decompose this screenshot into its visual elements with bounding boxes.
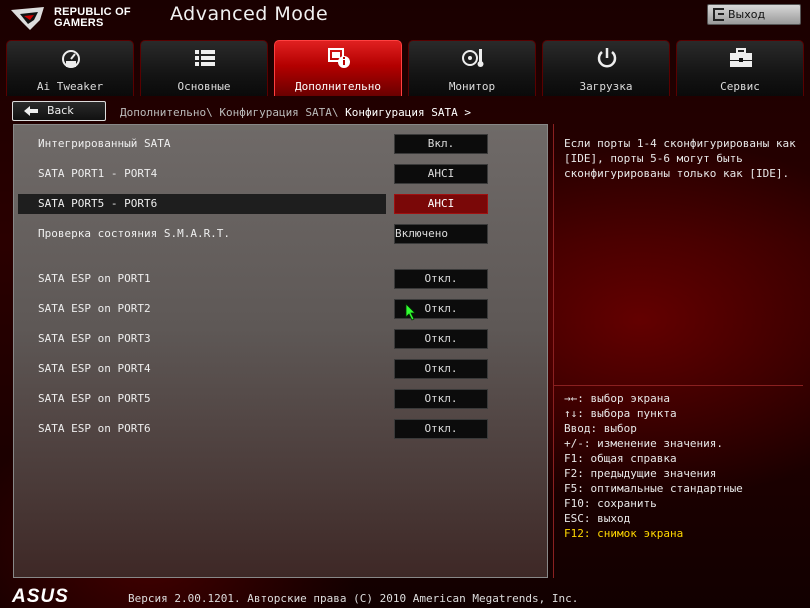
key-hint: F5: оптимальные стандартные [564,482,743,495]
toolbox-icon [730,48,752,67]
key-hint: Ввод: выбор [564,422,637,435]
setting-row-esp-port6[interactable]: SATA ESP on PORT6 [18,419,386,439]
setting-value-smart-check[interactable]: Включено [394,224,488,244]
tab-label: Сервис [720,80,760,93]
list-icon [195,50,215,66]
key-hint: ESC: выход [564,512,631,525]
setting-value-esp-port3[interactable]: Откл. [394,329,488,349]
help-text: Если порты 1-4 сконфигурированы как [IDE… [564,137,796,180]
asus-logo: ASUS [12,586,69,607]
key-hint: F1: общая справка [564,452,677,465]
setting-label: Интегрированный SATA [38,137,171,150]
settings-panel: Интегрированный SATA Вкл. SATA PORT1 - P… [13,124,548,578]
tab-ai-tweaker[interactable]: Ai Tweaker [6,40,134,96]
key-hint: +/-: изменение значения. [564,437,723,450]
setting-row-esp-port4[interactable]: SATA ESP on PORT4 [18,359,386,379]
footer: ASUS Версия 2.00.1201. Авторские права (… [0,586,810,608]
rog-logo: REPUBLIC OF GAMERS [10,4,160,34]
version-text: Версия 2.00.1201. Авторские права (C) 20… [128,592,579,605]
help-panel: Если порты 1-4 сконфигурированы как [IDE… [553,124,803,386]
exit-door-icon [713,8,724,21]
setting-row-esp-port1[interactable]: SATA ESP on PORT1 [18,269,386,289]
back-arrow-icon [24,106,38,116]
tab-monitor[interactable]: Монитор [408,40,536,96]
exit-label: Выход [728,8,766,21]
tab-label: Основные [177,80,231,93]
breadcrumb-path[interactable]: Дополнительно\ Конфигурация SATA\ [120,106,345,119]
setting-value-esp-port6[interactable]: Откл. [394,419,488,439]
key-hint: F10: сохранить [564,497,657,510]
tab-advanced[interactable]: Дополнительно [274,40,402,96]
setting-label: SATA ESP on PORT2 [38,302,151,315]
setting-row-sata-port1-4[interactable]: SATA PORT1 - PORT4 [18,164,386,184]
back-button[interactable]: Back [12,101,106,121]
key-legend: →←: выбор экрана ↑↓: выбора пункта Ввод:… [564,391,743,541]
back-label: Back [47,104,74,117]
setting-value-sata-port5-6[interactable]: AHCI [394,194,488,214]
tab-label: Загрузка [579,80,633,93]
tab-main[interactable]: Основные [140,40,268,96]
setting-row-integrated-sata[interactable]: Интегрированный SATA [18,134,386,154]
tab-boot[interactable]: Загрузка [542,40,670,96]
setting-label: SATA ESP on PORT1 [38,272,151,285]
setting-value-esp-port4[interactable]: Откл. [394,359,488,379]
speedometer-icon [62,50,80,68]
setting-value-esp-port5[interactable]: Откл. [394,389,488,409]
setting-label: SATA ESP on PORT3 [38,332,151,345]
mode-title: Advanced Mode [170,3,329,25]
key-hint: F2: предыдущие значения [564,467,717,480]
main-tabs: Ai Tweaker Основные Дополнительно Монито… [6,40,806,96]
brand-line-2: GAMERS [54,17,104,29]
mouse-cursor-icon [405,303,416,321]
exit-button[interactable]: Выход [707,4,801,25]
setting-value-esp-port1[interactable]: Откл. [394,269,488,289]
rog-eye-icon [11,7,44,30]
tab-label: Монитор [448,80,496,93]
setting-value-sata-port1-4[interactable]: AHCI [394,164,488,184]
setting-row-esp-port5[interactable]: SATA ESP on PORT5 [18,389,386,409]
setting-row-esp-port2[interactable]: SATA ESP on PORT2 [18,299,386,319]
setting-row-smart-check[interactable]: Проверка состояния S.M.A.R.T. [18,224,386,244]
power-icon [597,48,617,68]
setting-label: SATA ESP on PORT6 [38,422,151,435]
key-hint: ↑↓: выбора пункта [564,407,677,420]
setting-row-esp-port3[interactable]: SATA ESP on PORT3 [18,329,386,349]
fan-temperature-icon [462,49,484,67]
setting-label: SATA ESP on PORT4 [38,362,151,375]
setting-value-integrated-sata[interactable]: Вкл. [394,134,488,154]
breadcrumb-current: Конфигурация SATA > [345,106,472,119]
key-legend-panel: →←: выбор экрана ↑↓: выбора пункта Ввод:… [553,386,803,578]
setting-label: SATA PORT1 - PORT4 [38,167,158,180]
key-hint: →←: выбор экрана [564,392,670,405]
tab-tool[interactable]: Сервис [676,40,804,96]
setting-label: SATA PORT5 - PORT6 [38,197,158,210]
tab-label: Дополнительно [294,80,382,93]
tab-label: Ai Tweaker [36,80,104,93]
advanced-chip-icon [328,48,350,68]
key-hint-screenshot: F12: снимок экрана [564,527,684,540]
setting-row-sata-port5-6[interactable]: SATA PORT5 - PORT6 [18,194,386,214]
setting-label: Проверка состояния S.M.A.R.T. [38,227,231,240]
setting-label: SATA ESP on PORT5 [38,392,151,405]
breadcrumb: Дополнительно\ Конфигурация SATA\ Конфиг… [120,106,471,119]
